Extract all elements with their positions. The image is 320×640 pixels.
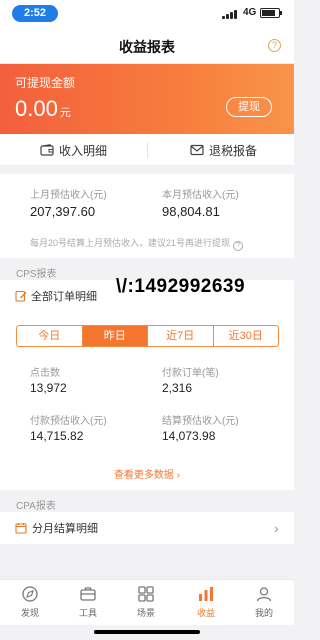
withdrawable-banner: 可提现金额 0.00 元 提现 (0, 64, 294, 134)
clicks-value: 13,972 (30, 381, 67, 395)
settle-estimate-value: 14,073.98 (162, 429, 216, 443)
monthly-settlement-label: 分月结算明细 (32, 523, 98, 535)
edit-document-icon (15, 290, 27, 302)
withdraw-button[interactable]: 提现 (226, 97, 272, 117)
calendar-icon (15, 523, 27, 534)
last-month-label: 上月预估收入(元) (30, 190, 107, 201)
help-circle-icon[interactable]: ? (233, 241, 244, 251)
home-indicator (94, 630, 200, 634)
page-title: 收益报表 (119, 39, 175, 55)
network-type: 4G (243, 7, 257, 18)
estimate-panel: 上月预估收入(元) 207,397.60 本月预估收入(元) 98,804.81… (0, 174, 294, 258)
pay-estimate-label: 付款预估收入(元) (30, 416, 107, 427)
help-circle-icon[interactable]: ? (268, 39, 281, 52)
status-bar: 2:52 4G (0, 0, 294, 26)
monthly-settlement-row[interactable]: 分月结算明细 › (0, 512, 294, 544)
tabbar-tools[interactable]: 工具 (66, 585, 110, 625)
tab-today[interactable]: 今日 (17, 326, 83, 346)
paid-orders-value: 2,316 (162, 381, 193, 395)
pay-estimate-value: 14,715.82 (30, 429, 84, 443)
withdrawable-label: 可提现金额 (15, 76, 76, 90)
chevron-right-icon: › (176, 470, 181, 481)
bottom-tab-bar: 发现 工具 场景 收益 我的 (0, 579, 294, 625)
cpa-section-title: CPA报表 (16, 501, 56, 512)
cps-panel: 全部订单明细 \/:1492992639 今日 昨日 近7日 近30日 点击数 … (0, 276, 294, 490)
chevron-right-icon: › (274, 520, 279, 536)
battery-icon (260, 8, 282, 18)
tabbar-discover-label: 发现 (20, 608, 39, 618)
income-detail-button[interactable]: 收入明细 (40, 134, 107, 166)
withdrawable-amount-value: 0.00 (15, 96, 58, 121)
profile-icon (256, 587, 272, 602)
withdrawable-amount-unit: 元 (59, 107, 71, 119)
settlement-note: 每月20号结算上月预估收入，建议21号再进行提现? (30, 236, 244, 251)
toolbox-icon (80, 587, 96, 601)
all-orders-button[interactable]: 全部订单明细 (15, 288, 97, 304)
withdrawable-amount: 0.00 元 (15, 96, 71, 122)
paid-orders-label: 付款订单(笔) (162, 368, 219, 379)
income-icon (199, 587, 213, 601)
navigation-bar: 收益报表 ? (0, 26, 294, 64)
tabbar-scenes[interactable]: 场景 (124, 585, 168, 625)
status-time: 2:52 (12, 5, 58, 22)
clicks-label: 点击数 (30, 368, 60, 379)
watermark-text: \/:1492992639 (116, 276, 246, 297)
settlement-note-text: 每月20号结算上月预估收入，建议21号再进行提现 (30, 238, 231, 248)
last-month-value: 207,397.60 (30, 204, 96, 219)
mail-icon (190, 144, 204, 156)
this-month-value: 98,804.81 (162, 204, 220, 219)
tabbar-scenes-label: 场景 (136, 608, 155, 618)
income-detail-label: 收入明细 (59, 143, 108, 158)
action-row: 收入明细 退税报备 (0, 134, 294, 166)
tabbar-tools-label: 工具 (78, 608, 97, 618)
view-more-data-link[interactable]: 查看更多数据 › (0, 466, 294, 481)
period-tabs: 今日 昨日 近7日 近30日 (16, 325, 279, 347)
tax-refund-label: 退税报备 (209, 143, 258, 158)
signal-icon (222, 9, 240, 19)
tabbar-profile[interactable]: 我的 (242, 585, 286, 625)
tab-yesterday[interactable]: 昨日 (82, 326, 148, 346)
grid-icon (138, 586, 154, 602)
view-more-data-label: 查看更多数据 (113, 470, 174, 481)
this-month-label: 本月预估收入(元) (162, 190, 239, 201)
tabbar-discover[interactable]: 发现 (8, 585, 52, 625)
settle-estimate-label: 结算预估收入(元) (162, 416, 239, 427)
tabbar-income-label: 收益 (196, 608, 215, 618)
wallet-icon (40, 144, 54, 156)
all-orders-label: 全部订单明细 (31, 291, 97, 303)
monthly-settlement-item: 分月结算明细 (15, 512, 98, 544)
cps-section-title: CPS报表 (16, 269, 57, 280)
tax-refund-button[interactable]: 退税报备 (190, 134, 257, 166)
tab-7-days[interactable]: 近7日 (148, 326, 214, 346)
tab-30-days[interactable]: 近30日 (214, 326, 279, 346)
tabbar-profile-label: 我的 (254, 608, 273, 618)
discover-icon (22, 586, 38, 602)
action-divider (147, 142, 148, 158)
tabbar-income[interactable]: 收益 (184, 585, 228, 625)
